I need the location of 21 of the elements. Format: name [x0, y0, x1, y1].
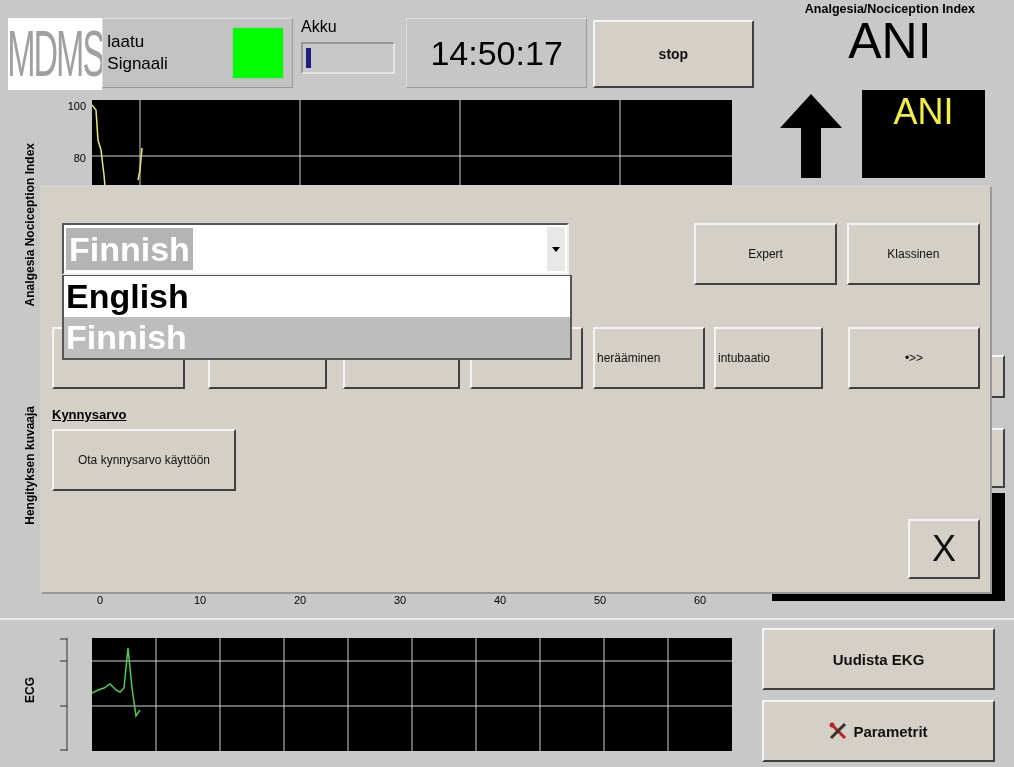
section-heading: Kynnysarvo [52, 407, 127, 422]
logo: MDMS [8, 18, 103, 90]
tick-label: 50 [592, 594, 608, 608]
battery-label: Akku [301, 18, 338, 36]
index-title: Analgesia/Nociception Index [804, 2, 975, 16]
quality-label: laatu [107, 31, 146, 53]
clock: 14:50:17 [406, 18, 587, 88]
tick-label: 0 [95, 594, 105, 608]
axis-label: Hengityksen kuvaaja [23, 405, 37, 525]
axis-label: Analgesia Nociception Index [23, 143, 37, 307]
signal-label: Signaali [107, 53, 168, 75]
tick-label: 80 [73, 152, 86, 164]
tick-label: 100 [67, 100, 86, 112]
tick-label: 10 [192, 594, 208, 608]
tick-label: 40 [492, 594, 508, 608]
axis-label: ECG [23, 677, 37, 704]
index-label: ANI [893, 90, 954, 134]
index-name: ANI [848, 16, 932, 66]
tick-label: 30 [392, 594, 408, 608]
tick-label: 20 [292, 594, 308, 608]
tick-label: 60 [692, 594, 708, 608]
